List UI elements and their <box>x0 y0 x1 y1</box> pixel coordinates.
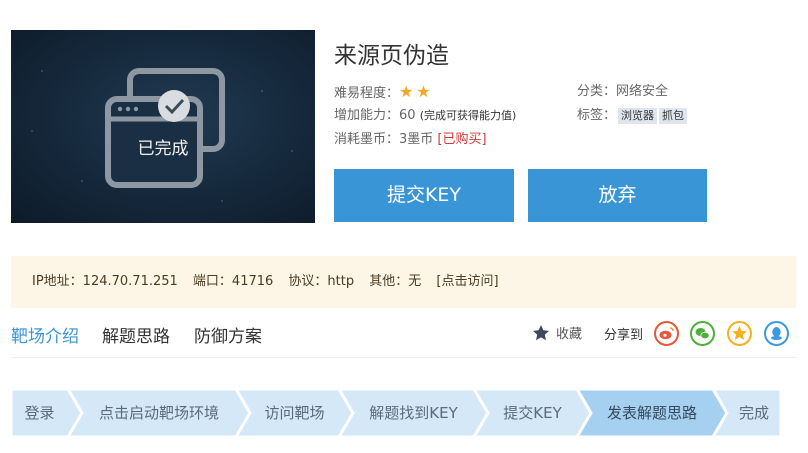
category-label: 分类：网络安全 <box>577 84 669 99</box>
ability-label: 增加能力：60 <box>334 108 416 123</box>
env-visit-link[interactable]: [点击访问] <box>436 274 498 289</box>
tag-browser[interactable]: 浏览器 <box>618 108 658 124</box>
difficulty-row: 难易程度：★★ <box>334 83 434 103</box>
cover-speck <box>41 70 43 72</box>
env-port: 端口：41716 <box>192 274 274 289</box>
cost-row: 消耗墨币：3墨币 [已购买] <box>334 131 487 149</box>
weibo-icon[interactable] <box>654 321 679 346</box>
submit-key-button[interactable]: 提交KEY <box>334 169 514 222</box>
ability-note: (完成可获得能力值) <box>419 109 517 122</box>
tags-row: 标签： 浏览器 抓包 <box>577 107 688 125</box>
difficulty-label: 难易程度： <box>334 86 400 101</box>
step-label: 发表解题思路 <box>606 404 697 422</box>
star-icon <box>533 324 549 340</box>
cover-speck <box>261 90 263 92</box>
progress-steps: 登录 点击启动靶场环境 访问靶场 解题找到KEY 提交KEY 发表解题思路 完成 <box>11 389 781 437</box>
completed-browser-icon <box>105 68 225 188</box>
step-label: 登录 <box>24 404 55 422</box>
step-label: 访问靶场 <box>264 404 325 422</box>
tab-intro[interactable]: 靶场介绍 <box>11 322 79 347</box>
wechat-icon[interactable] <box>690 321 715 346</box>
env-protocol: 协议：http <box>288 274 355 289</box>
share-label: 分享到 <box>604 328 644 343</box>
tab-defense[interactable]: 防御方案 <box>194 322 262 347</box>
tabs-divider <box>11 357 796 358</box>
step-label: 提交KEY <box>503 404 562 422</box>
favorite-label: 收藏 <box>556 327 583 342</box>
ability-row: 增加能力：60 (完成可获得能力值) <box>334 107 516 125</box>
challenge-cover-image: 已完成 <box>11 30 315 223</box>
env-ip: IP地址：124.70.71.251 <box>32 274 178 289</box>
purchased-badge: [已购买] <box>437 132 487 147</box>
give-up-button[interactable]: 放弃 <box>528 169 707 222</box>
qzone-icon[interactable] <box>727 321 752 346</box>
cost-label: 消耗墨币：3墨币 <box>334 132 434 147</box>
step-label: 点击启动靶场环境 <box>98 404 219 422</box>
tags-label: 标签： <box>577 108 617 123</box>
favorite-button[interactable]: 收藏 <box>532 323 582 342</box>
star-icon: ★★ <box>399 82 434 101</box>
cover-speck <box>31 130 33 132</box>
challenge-title: 来源页伪造 <box>334 43 449 69</box>
qq-icon[interactable] <box>764 321 789 346</box>
env-other: 其他：无 <box>369 274 422 289</box>
cover-speck <box>81 180 83 182</box>
step-label: 完成 <box>738 404 769 422</box>
tag-packet-capture[interactable]: 抓包 <box>659 108 688 124</box>
completed-overlay-label: 已完成 <box>137 139 189 159</box>
category-row: 分类：网络安全 <box>577 83 668 101</box>
environment-info-bar: IP地址：124.70.71.251 端口：41716 协议：http 其他：无… <box>11 256 796 308</box>
step-label: 解题找到KEY <box>369 404 458 422</box>
tab-solution[interactable]: 解题思路 <box>102 322 170 347</box>
cover-speck <box>221 200 223 202</box>
